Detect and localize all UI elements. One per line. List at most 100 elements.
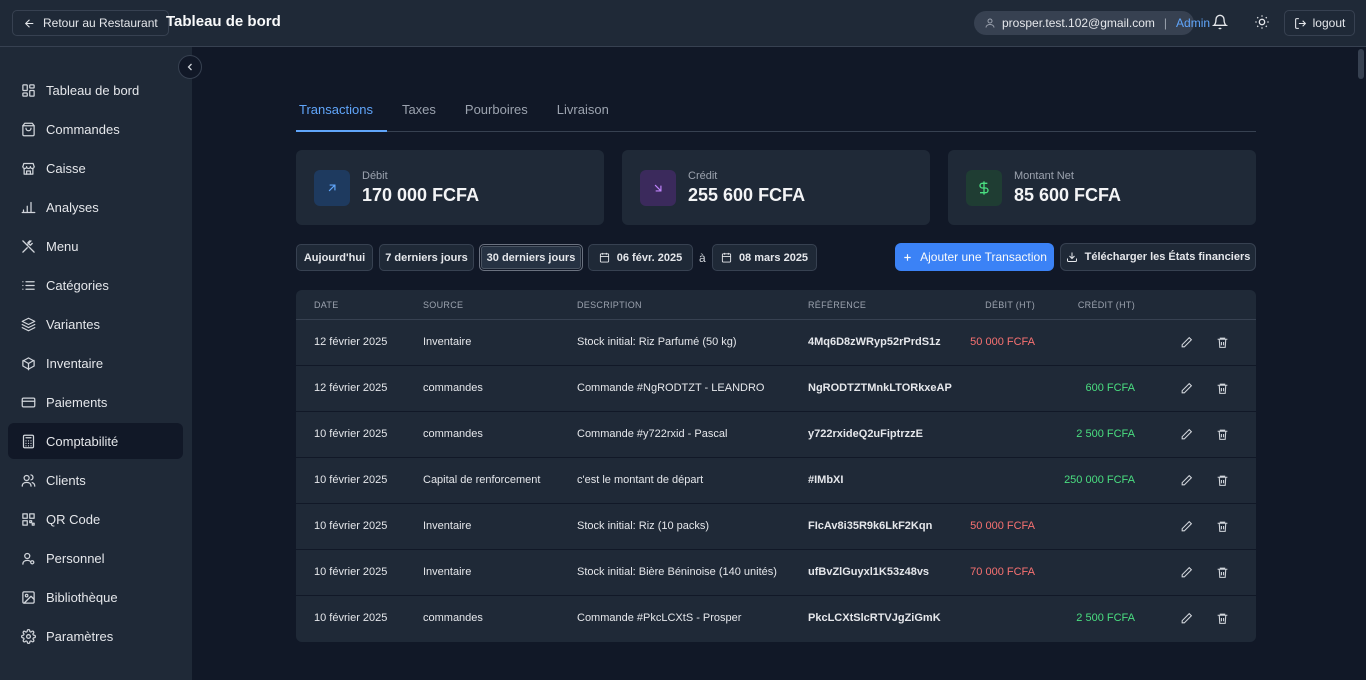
sidebar-item-label: Comptabilité xyxy=(46,433,119,449)
table-row[interactable]: 10 février 2025 Inventaire Stock initial… xyxy=(296,504,1256,550)
trash-icon[interactable] xyxy=(1216,566,1230,580)
sidebar-item-categories[interactable]: Catégories xyxy=(8,267,183,303)
row-date: 10 février 2025 xyxy=(314,612,388,624)
utensils-icon xyxy=(21,239,36,254)
layers-icon xyxy=(21,317,36,332)
edit-icon[interactable] xyxy=(1180,520,1194,534)
sidebar-item-qr-code[interactable]: QR Code xyxy=(8,501,183,537)
table-row[interactable]: 10 février 2025 commandes Commande #PkcL… xyxy=(296,596,1256,642)
trash-icon[interactable] xyxy=(1216,520,1230,534)
sidebar-item-label: Variantes xyxy=(46,316,100,332)
sidebar-item-label: Paiements xyxy=(46,394,108,410)
sidebar-item-paiements[interactable]: Paiements xyxy=(8,384,183,420)
trash-icon[interactable] xyxy=(1216,336,1230,350)
arrow-down-right-icon xyxy=(640,169,676,206)
logout-label: logout xyxy=(1312,16,1346,30)
sidebar-item-bibliotheque[interactable]: Bibliothèque xyxy=(8,579,183,615)
row-reference: #IMbXI xyxy=(808,474,844,486)
sidebar-item-analyses[interactable]: Analyses xyxy=(8,189,183,225)
qr-code-icon xyxy=(21,512,36,527)
back-label: Retour au Restaurant xyxy=(43,16,158,30)
sidebar-item-clients[interactable]: Clients xyxy=(8,462,183,498)
sidebar-item-caisse[interactable]: Caisse xyxy=(8,150,183,186)
row-date: 10 février 2025 xyxy=(314,474,388,486)
logout-button[interactable]: logout xyxy=(1284,10,1355,36)
sidebar-item-label: Inventaire xyxy=(46,355,104,371)
tabs-bar: Transactions Taxes Pourboires Livraison xyxy=(296,92,1256,132)
row-debit: 50 000 FCFA xyxy=(970,336,1035,348)
column-header[interactable]: CRÉDIT (HT) xyxy=(1078,300,1135,310)
row-date: 12 février 2025 xyxy=(314,382,388,394)
edit-icon[interactable] xyxy=(1180,336,1194,350)
store-icon xyxy=(21,161,36,176)
trash-icon[interactable] xyxy=(1216,382,1230,396)
add-transaction-button[interactable]: Ajouter une Transaction xyxy=(895,243,1054,271)
column-header[interactable]: SOURCE xyxy=(423,300,463,310)
row-reference: FIcAv8i35R9k6LkF2Kqn xyxy=(808,520,933,532)
list-icon xyxy=(21,278,36,293)
bell-icon[interactable] xyxy=(1212,14,1230,32)
column-header[interactable]: DÉBIT (HT) xyxy=(985,300,1035,310)
page-title: Tableau de bord xyxy=(166,13,281,30)
tab-taxes[interactable]: Taxes xyxy=(399,92,450,132)
end-date-value: 08 mars 2025 xyxy=(738,251,809,264)
start-date-picker[interactable]: 06 févr. 2025 xyxy=(588,244,693,271)
sidebar-item-parametres[interactable]: Paramètres xyxy=(8,618,183,654)
scrollbar-thumb[interactable] xyxy=(1358,49,1364,79)
table-row[interactable]: 10 février 2025 Capital de renforcement … xyxy=(296,458,1256,504)
row-source: Inventaire xyxy=(423,336,472,348)
user-email: prosper.test.102@gmail.com xyxy=(1002,16,1155,30)
debit-value: 170 000 FCFA xyxy=(362,184,480,205)
tab-pourboires[interactable]: Pourboires xyxy=(462,92,542,132)
calculator-icon xyxy=(21,434,36,449)
filter-last7-button[interactable]: 7 derniers jours xyxy=(379,244,474,271)
tab-transactions[interactable]: Transactions xyxy=(296,92,387,132)
tab-livraison[interactable]: Livraison xyxy=(554,92,623,132)
users-icon xyxy=(21,473,36,488)
trash-icon[interactable] xyxy=(1216,612,1230,626)
column-header[interactable]: RÉFÉRENCE xyxy=(808,300,866,310)
edit-icon[interactable] xyxy=(1180,382,1194,396)
package-icon xyxy=(21,356,36,371)
image-icon xyxy=(21,590,36,605)
sidebar-item-label: Caisse xyxy=(46,160,86,176)
trash-icon[interactable] xyxy=(1216,474,1230,488)
filter-last30-button[interactable]: 30 derniers jours xyxy=(479,244,583,271)
end-date-picker[interactable]: 08 mars 2025 xyxy=(712,244,817,271)
table-row[interactable]: 10 février 2025 Inventaire Stock initial… xyxy=(296,550,1256,596)
trash-icon[interactable] xyxy=(1216,428,1230,442)
edit-icon[interactable] xyxy=(1180,474,1194,488)
separator: | xyxy=(1163,16,1168,30)
calendar-icon xyxy=(721,252,732,263)
column-header[interactable]: DESCRIPTION xyxy=(577,300,642,310)
row-credit: 2 500 FCFA xyxy=(1076,428,1135,440)
row-date: 10 février 2025 xyxy=(314,428,388,440)
sidebar-item-label: Tableau de bord xyxy=(46,82,140,98)
sidebar-item-variantes[interactable]: Variantes xyxy=(8,306,183,342)
download-financial-statements-button[interactable]: Télécharger les États financiers xyxy=(1060,243,1256,271)
sidebar-item-comptabilite[interactable]: Comptabilité xyxy=(8,423,183,459)
filter-today-button[interactable]: Aujourd'hui xyxy=(296,244,373,271)
table-row[interactable]: 12 février 2025 commandes Commande #NgRO… xyxy=(296,366,1256,412)
edit-icon[interactable] xyxy=(1180,566,1194,580)
collapse-sidebar-button[interactable] xyxy=(178,55,202,79)
column-header[interactable]: DATE xyxy=(314,300,339,310)
row-reference: ufBvZlGuyxl1K53z48vs xyxy=(808,566,930,578)
user-info-pill[interactable]: prosper.test.102@gmail.com | Admin xyxy=(974,11,1210,35)
sidebar-item-menu[interactable]: Menu xyxy=(8,228,183,264)
arrow-left-icon xyxy=(23,17,36,30)
sidebar-item-commandes[interactable]: Commandes xyxy=(8,111,183,147)
page-scrollbar[interactable] xyxy=(1356,47,1366,680)
edit-icon[interactable] xyxy=(1180,612,1194,626)
sidebar-item-personnel[interactable]: Personnel xyxy=(8,540,183,576)
table-row[interactable]: 12 février 2025 Inventaire Stock initial… xyxy=(296,320,1256,366)
sidebar-item-tableau-de-bord[interactable]: Tableau de bord xyxy=(8,72,183,108)
plus-icon xyxy=(902,252,913,263)
row-reference: PkcLCXtSlcRTVJgZiGmK xyxy=(808,612,941,624)
edit-icon[interactable] xyxy=(1180,428,1194,442)
table-row[interactable]: 10 février 2025 commandes Commande #y722… xyxy=(296,412,1256,458)
back-to-restaurant-button[interactable]: Retour au Restaurant xyxy=(12,10,169,36)
sidebar-item-inventaire[interactable]: Inventaire xyxy=(8,345,183,381)
sun-icon[interactable] xyxy=(1254,14,1272,32)
debit-card: Débit 170 000 FCFA xyxy=(296,150,604,225)
